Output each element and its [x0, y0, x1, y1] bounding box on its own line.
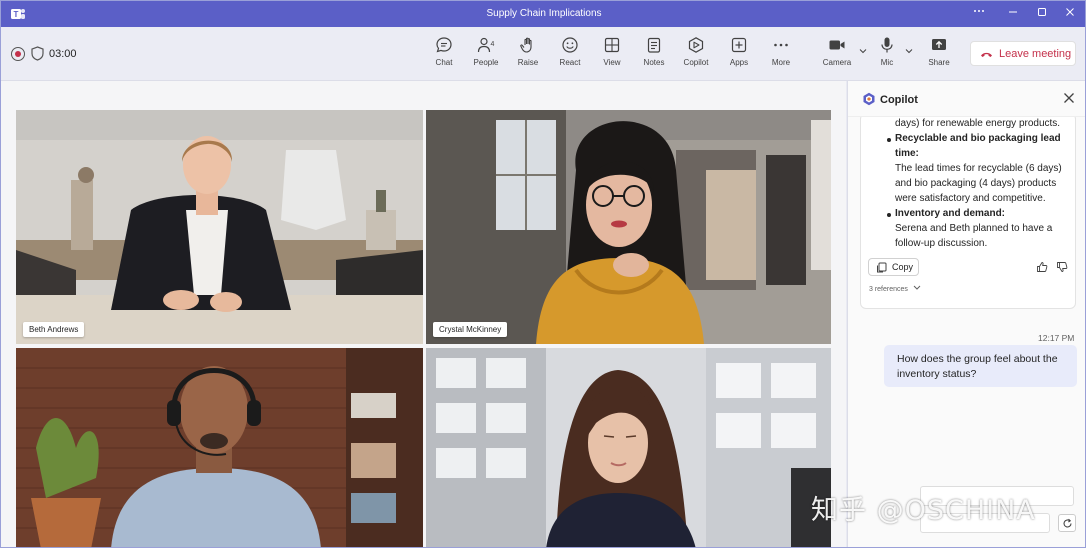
response-line: follow-up discussion. — [895, 238, 988, 249]
raise-hand-button[interactable]: Raise — [506, 36, 550, 76]
close-icon[interactable] — [1062, 91, 1076, 105]
response-heading: time: — [895, 148, 919, 159]
video-tile-beth-andrews[interactable]: Beth Andrews — [16, 110, 423, 344]
user-message-line: inventory status? — [897, 368, 977, 380]
response-line: days) for renewable energy products. — [895, 118, 1061, 129]
participant-name-tag: Beth Andrews — [23, 322, 85, 337]
react-label: React — [559, 58, 581, 67]
copilot-header: Copilot — [848, 81, 1085, 117]
call-timer: 03:00 — [49, 48, 77, 60]
window-title: Supply Chain Implications — [486, 8, 602, 19]
view-button[interactable]: View — [590, 36, 634, 76]
react-button[interactable]: React — [548, 36, 592, 76]
user-message-bubble: How does the group feel about the invent… — [884, 345, 1077, 387]
raise-hand-icon — [520, 37, 532, 53]
recording-icon — [11, 47, 25, 61]
references-toggle[interactable]: 3 references — [869, 285, 921, 293]
chevron-down-icon[interactable] — [905, 47, 913, 55]
response-heading: Recyclable and bio packaging lead — [895, 133, 1061, 144]
shield-icon — [31, 46, 44, 61]
more-icon — [774, 43, 788, 47]
mic-label: Mic — [880, 58, 894, 67]
chat-icon — [436, 37, 452, 53]
participant-video-1 — [16, 110, 423, 344]
bullet-icon — [887, 138, 891, 142]
notes-icon — [647, 37, 661, 53]
video-tile-crystal-mckinney[interactable]: Crystal McKinney — [426, 110, 831, 344]
copilot-label: Copilot — [683, 58, 709, 67]
thumbs-down-icon[interactable] — [1056, 261, 1068, 273]
share-icon — [932, 39, 946, 50]
participant-name-tag: Crystal McKinney — [433, 322, 508, 337]
more-button[interactable]: More — [759, 36, 803, 76]
apps-label: Apps — [729, 58, 749, 67]
video-tile-participant-4[interactable] — [426, 348, 831, 547]
message-timestamp: 12:17 PM — [1038, 333, 1075, 343]
response-line: Serena and Beth planned to have a — [895, 223, 1053, 234]
chevron-down-icon — [913, 285, 921, 290]
apps-button[interactable]: Apps — [717, 36, 761, 76]
watermark: 知乎 @OSCHINA — [811, 495, 1036, 526]
people-label: People — [473, 58, 499, 67]
close-icon[interactable] — [1056, 4, 1084, 24]
copilot-icon — [688, 37, 704, 53]
people-count: 4 — [491, 41, 495, 48]
response-line: and bio packaging (4 days) products — [895, 178, 1057, 189]
apps-icon — [731, 37, 747, 53]
chat-label: Chat — [435, 58, 453, 67]
copy-button[interactable]: Copy — [868, 258, 919, 276]
user-message-line: How does the group feel about the — [897, 353, 1058, 365]
camera-icon — [829, 40, 845, 50]
mic-button[interactable]: Mic — [865, 36, 909, 76]
more-icon[interactable] — [965, 4, 993, 24]
more-label: More — [771, 58, 791, 67]
people-icon: 4 — [477, 37, 495, 53]
chat-button[interactable]: Chat — [422, 36, 466, 76]
share-label: Share — [928, 58, 950, 67]
view-icon — [604, 37, 620, 53]
video-tile-participant-3[interactable] — [16, 348, 423, 547]
references-label: 3 references — [869, 286, 908, 293]
title-bar: T Supply Chain Implications — [1, 1, 1085, 27]
copilot-response-card: days) for renewable energy products. Rec… — [860, 113, 1076, 309]
teams-meeting-window: T Supply Chain Implications 03:00 Chat 4… — [0, 0, 1086, 548]
copy-label: Copy — [892, 262, 914, 272]
camera-label: Camera — [822, 58, 852, 67]
minimize-icon[interactable] — [999, 4, 1027, 24]
copilot-logo-icon — [863, 92, 875, 106]
notes-button[interactable]: Notes — [632, 36, 676, 76]
copy-icon — [877, 262, 887, 273]
leave-meeting-label: Leave meeting — [999, 48, 1072, 60]
camera-button[interactable]: Camera — [815, 36, 859, 76]
notes-label: Notes — [643, 58, 665, 67]
people-button[interactable]: 4 People — [464, 36, 508, 76]
response-heading: Inventory and demand: — [895, 208, 1006, 219]
maximize-icon[interactable] — [1028, 4, 1056, 24]
react-icon — [562, 37, 578, 53]
leave-meeting-button[interactable]: Leave meeting — [970, 41, 1076, 66]
share-button[interactable]: Share — [917, 36, 961, 76]
participant-video-2 — [426, 110, 831, 344]
hang-up-icon — [981, 52, 992, 57]
copilot-button[interactable]: Copilot — [674, 36, 718, 76]
refresh-icon — [1063, 518, 1072, 528]
participant-video-3 — [16, 348, 423, 547]
video-stage: Beth Andrews Crystal McKinney — [1, 81, 846, 547]
raise-label: Raise — [517, 58, 539, 67]
mic-icon — [881, 37, 893, 53]
response-line: The lead times for recyclable (6 days) — [895, 163, 1062, 174]
participant-video-4 — [426, 348, 831, 547]
thumbs-up-icon[interactable] — [1036, 261, 1048, 273]
copilot-title: Copilot — [880, 94, 918, 106]
refresh-button[interactable] — [1058, 514, 1076, 532]
copilot-panel: days) for renewable energy products. Rec… — [847, 81, 1085, 547]
meeting-toolbar: 03:00 Chat 4 People Raise React View Not… — [1, 27, 1085, 81]
response-line: were satisfactory and competitive. — [895, 193, 1046, 204]
view-label: View — [603, 58, 621, 67]
bullet-icon — [887, 213, 891, 217]
